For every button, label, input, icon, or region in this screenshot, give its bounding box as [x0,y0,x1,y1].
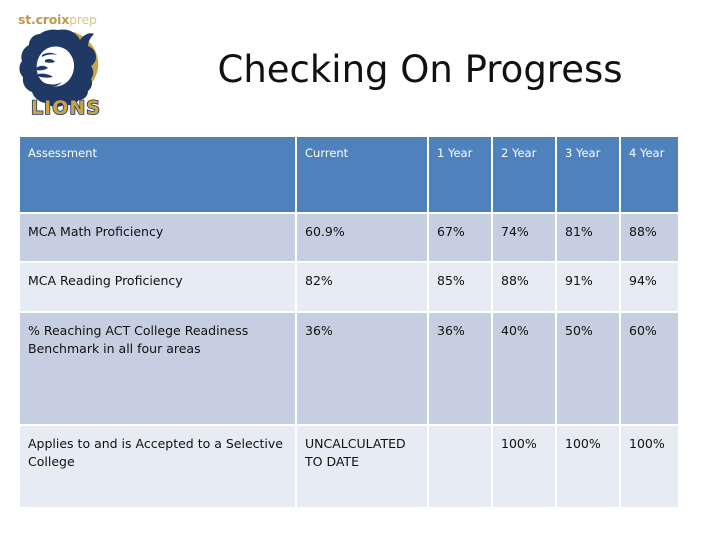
table-row: MCA Math Proficiency 60.9% 67% 74% 81% 8… [20,214,678,263]
cell-current: 60.9% [297,214,429,263]
column-header-current: Current [297,137,429,214]
cell-assessment: MCA Reading Proficiency [20,263,297,313]
cell-current: UNCALCULATED TO DATE [297,426,429,509]
table-row: MCA Reading Proficiency 82% 85% 88% 91% … [20,263,678,313]
cell-year-2: 40% [493,313,557,426]
column-header-assessment: Assessment [20,137,297,214]
cell-current: 82% [297,263,429,313]
cell-year-2: 88% [493,263,557,313]
table-header-row: Assessment Current 1 Year 2 Year 3 Year … [20,137,678,214]
cell-year-4: 88% [621,214,678,263]
cell-year-3: 81% [557,214,621,263]
lions-wordmark: LIONS [31,97,101,119]
cell-year-2: 74% [493,214,557,263]
cell-year-1: 36% [429,313,493,426]
page-title: Checking On Progress [217,48,623,91]
cell-year-1: 85% [429,263,493,313]
column-header-year-1: 1 Year [429,137,493,214]
school-logo: st.croixprep LIONS [14,8,126,120]
column-header-year-2: 2 Year [493,137,557,214]
cell-current: 36% [297,313,429,426]
cell-assessment: % Reaching ACT College Readiness Benchma… [20,313,297,426]
lion-mascot-icon: LIONS [19,29,101,120]
cell-year-4: 60% [621,313,678,426]
cell-year-2: 100% [493,426,557,509]
cell-year-3: 91% [557,263,621,313]
cell-year-3: 100% [557,426,621,509]
cell-year-1: 67% [429,214,493,263]
cell-year-3: 50% [557,313,621,426]
table-row: Applies to and is Accepted to a Selectiv… [20,426,678,509]
progress-table: Assessment Current 1 Year 2 Year 3 Year … [20,137,678,509]
table-row: % Reaching ACT College Readiness Benchma… [20,313,678,426]
cell-assessment: MCA Math Proficiency [20,214,297,263]
cell-assessment: Applies to and is Accepted to a Selectiv… [20,426,297,509]
cell-year-1 [429,426,493,509]
column-header-year-4: 4 Year [621,137,678,214]
cell-year-4: 100% [621,426,678,509]
cell-year-4: 94% [621,263,678,313]
column-header-year-3: 3 Year [557,137,621,214]
